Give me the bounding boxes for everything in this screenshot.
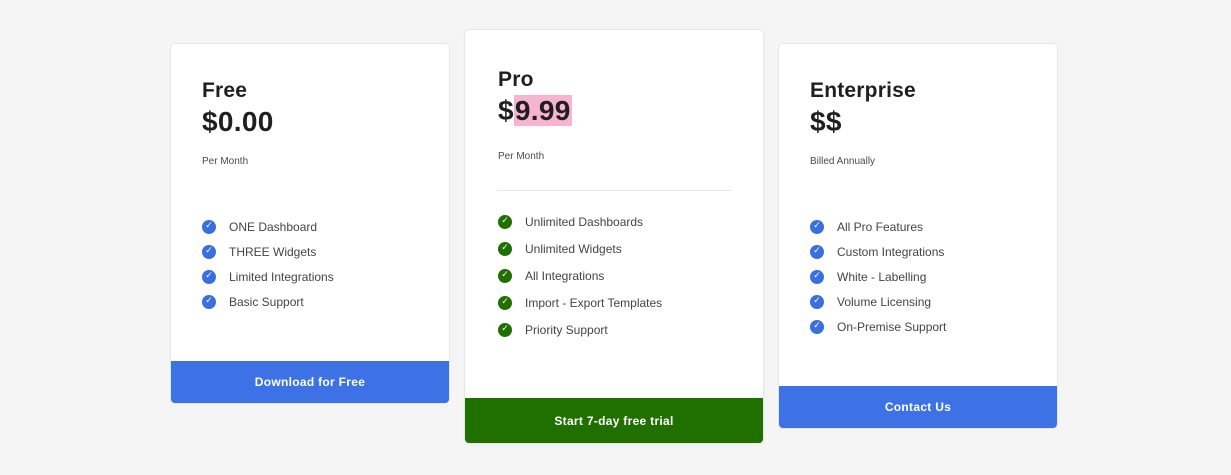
billing-period: Billed Annually bbox=[810, 156, 876, 167]
feature-item: ✓ Limited Integrations bbox=[202, 264, 334, 289]
contact-us-button[interactable]: Contact Us bbox=[779, 386, 1057, 428]
feature-label: Volume Licensing bbox=[837, 294, 932, 309]
plan-name: Pro bbox=[498, 68, 534, 91]
check-circle-icon: ✓ bbox=[498, 268, 512, 283]
feature-item: ✓ THREE Widgets bbox=[202, 239, 334, 264]
check-circle-icon: ✓ bbox=[202, 269, 216, 284]
feature-item: ✓ Unlimited Dashboards bbox=[498, 208, 662, 235]
check-circle-icon: ✓ bbox=[498, 295, 512, 310]
plan-price: $$ bbox=[810, 106, 842, 137]
feature-item: ✓ Unlimited Widgets bbox=[498, 235, 662, 262]
feature-label: Basic Support bbox=[229, 294, 304, 309]
feature-label: Priority Support bbox=[525, 322, 608, 337]
feature-list: ✓ All Pro Features ✓ Custom Integrations… bbox=[810, 214, 946, 339]
feature-list: ✓ ONE Dashboard ✓ THREE Widgets ✓ Limite… bbox=[202, 214, 334, 314]
check-circle-icon: ✓ bbox=[498, 322, 512, 337]
plan-name: Free bbox=[202, 79, 248, 102]
check-circle-icon: ✓ bbox=[202, 294, 216, 309]
plan-name: Enterprise bbox=[810, 79, 916, 102]
download-free-button[interactable]: Download for Free bbox=[171, 361, 449, 403]
plan-price: $0.00 bbox=[202, 106, 274, 137]
feature-item: ✓ Import - Export Templates bbox=[498, 289, 662, 316]
feature-item: ✓ On-Premise Support bbox=[810, 314, 946, 339]
check-circle-icon: ✓ bbox=[810, 319, 824, 334]
check-circle-icon: ✓ bbox=[810, 294, 824, 309]
check-circle-icon: ✓ bbox=[202, 219, 216, 234]
feature-label: Unlimited Dashboards bbox=[525, 214, 644, 229]
feature-label: Import - Export Templates bbox=[525, 295, 663, 310]
plan-card-free: Free $0.00 Per Month ✓ ONE Dashboard ✓ T… bbox=[170, 43, 450, 404]
feature-item: ✓ Volume Licensing bbox=[810, 289, 946, 314]
price-currency: $ bbox=[498, 95, 514, 126]
price-amount-highlighted: 9.99 bbox=[513, 95, 572, 126]
feature-label: All Pro Features bbox=[837, 219, 924, 234]
feature-item: ✓ White - Labelling bbox=[810, 264, 946, 289]
feature-label: THREE Widgets bbox=[229, 244, 317, 259]
feature-label: All Integrations bbox=[525, 268, 605, 283]
feature-item: ✓ ONE Dashboard bbox=[202, 214, 334, 239]
feature-label: Unlimited Widgets bbox=[525, 241, 622, 256]
feature-item: ✓ Basic Support bbox=[202, 289, 334, 314]
start-trial-button[interactable]: Start 7-day free trial bbox=[465, 398, 763, 443]
feature-label: ONE Dashboard bbox=[229, 219, 318, 234]
check-circle-icon: ✓ bbox=[810, 269, 824, 284]
feature-item: ✓ All Pro Features bbox=[810, 214, 946, 239]
check-circle-icon: ✓ bbox=[810, 219, 824, 234]
plan-card-pro: Pro $9.99 Per Month ✓ Unlimited Dashboar… bbox=[464, 29, 764, 444]
feature-label: Custom Integrations bbox=[837, 244, 945, 259]
feature-list: ✓ Unlimited Dashboards ✓ Unlimited Widge… bbox=[498, 208, 662, 343]
plan-price: $9.99 bbox=[498, 95, 572, 127]
divider bbox=[498, 190, 731, 191]
check-circle-icon: ✓ bbox=[202, 244, 216, 259]
plan-card-enterprise: Enterprise $$ Billed Annually ✓ All Pro … bbox=[778, 43, 1058, 429]
check-circle-icon: ✓ bbox=[498, 214, 512, 229]
feature-item: ✓ Priority Support bbox=[498, 316, 662, 343]
feature-label: White - Labelling bbox=[837, 269, 927, 284]
billing-period: Per Month bbox=[202, 156, 249, 167]
check-circle-icon: ✓ bbox=[498, 241, 512, 256]
feature-label: On-Premise Support bbox=[837, 319, 947, 334]
check-circle-icon: ✓ bbox=[810, 244, 824, 259]
billing-period: Per Month bbox=[498, 151, 545, 162]
feature-item: ✓ All Integrations bbox=[498, 262, 662, 289]
feature-label: Limited Integrations bbox=[229, 269, 334, 284]
feature-item: ✓ Custom Integrations bbox=[810, 239, 946, 264]
